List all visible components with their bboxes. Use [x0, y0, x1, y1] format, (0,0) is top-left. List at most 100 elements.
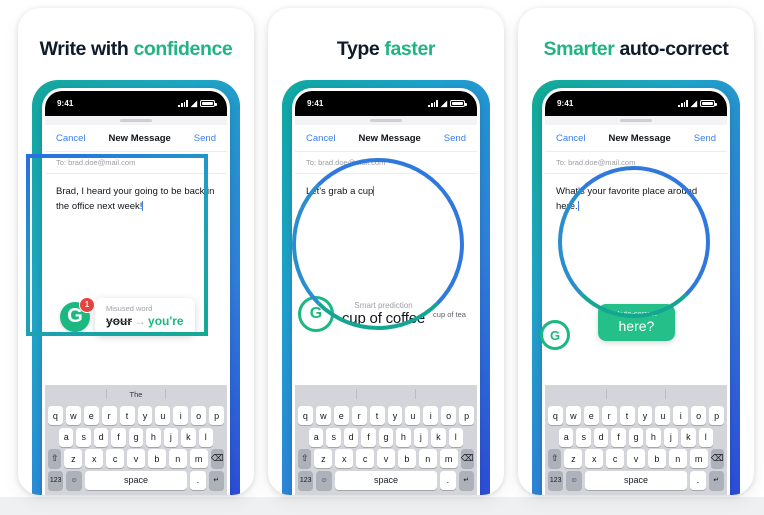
- key-h[interactable]: h: [646, 427, 661, 447]
- return-key-icon[interactable]: ↵: [208, 470, 224, 490]
- backspace-key-icon[interactable]: ⌫: [710, 449, 724, 468]
- key-x[interactable]: x: [585, 449, 604, 468]
- key-i[interactable]: i: [673, 406, 689, 425]
- auto-correct-pill[interactable]: Auto-correct here?: [598, 304, 675, 341]
- key-j[interactable]: j: [413, 427, 429, 447]
- shift-key-icon[interactable]: ⇧: [48, 449, 62, 468]
- key-z[interactable]: z: [314, 449, 333, 468]
- key-g[interactable]: g: [378, 427, 394, 447]
- key-m[interactable]: m: [189, 449, 208, 468]
- key-h[interactable]: h: [396, 427, 411, 447]
- key-g[interactable]: g: [628, 427, 644, 447]
- message-body[interactable]: Let's grab a cup: [295, 174, 477, 385]
- emoji-key-icon[interactable]: ☺: [66, 470, 82, 490]
- key-i[interactable]: i: [173, 406, 189, 425]
- key-c[interactable]: c: [606, 449, 625, 468]
- key-w[interactable]: w: [65, 406, 81, 425]
- key-t[interactable]: t: [119, 406, 135, 425]
- recipient-field[interactable]: To: brad.doe@mail.com: [295, 151, 477, 174]
- prediction-main[interactable]: cup of coffee: [342, 310, 425, 327]
- period-key[interactable]: .: [440, 470, 456, 490]
- message-body[interactable]: What's your favorite place around here.: [545, 174, 727, 385]
- backspace-key-icon[interactable]: ⌫: [210, 449, 224, 468]
- key-l[interactable]: l: [198, 427, 213, 447]
- return-key-icon[interactable]: ↵: [458, 470, 474, 490]
- key-u[interactable]: u: [655, 406, 671, 425]
- key-a[interactable]: a: [559, 427, 574, 447]
- key-o[interactable]: o: [191, 406, 207, 425]
- key-j[interactable]: j: [663, 427, 679, 447]
- key-d[interactable]: d: [343, 427, 359, 447]
- key-b[interactable]: b: [397, 449, 416, 468]
- key-s[interactable]: s: [326, 427, 341, 447]
- key-w[interactable]: w: [565, 406, 581, 425]
- key-v[interactable]: v: [627, 449, 645, 468]
- key-d[interactable]: d: [93, 427, 109, 447]
- suggestion-1[interactable]: The: [107, 390, 164, 399]
- key-x[interactable]: x: [85, 449, 104, 468]
- key-v[interactable]: v: [377, 449, 395, 468]
- key-k[interactable]: k: [431, 427, 446, 447]
- key-c[interactable]: c: [356, 449, 375, 468]
- period-key[interactable]: .: [690, 470, 706, 490]
- key-b[interactable]: b: [147, 449, 166, 468]
- grammarly-logo-icon[interactable]: G: [298, 296, 334, 332]
- sheet-grabber[interactable]: [120, 118, 152, 123]
- key-p[interactable]: p: [209, 406, 225, 425]
- key-d[interactable]: d: [593, 427, 609, 447]
- key-m[interactable]: m: [439, 449, 458, 468]
- key-j[interactable]: j: [163, 427, 179, 447]
- suggestion-card[interactable]: Misused word your → you're: [95, 298, 195, 335]
- key-y[interactable]: y: [637, 406, 653, 425]
- key-f[interactable]: f: [361, 427, 376, 447]
- send-button[interactable]: Send: [694, 133, 716, 144]
- key-x[interactable]: x: [335, 449, 354, 468]
- key-e[interactable]: e: [583, 406, 599, 425]
- key-q[interactable]: q: [547, 406, 563, 425]
- shift-key-icon[interactable]: ⇧: [548, 449, 562, 468]
- key-v[interactable]: v: [127, 449, 145, 468]
- cancel-button[interactable]: Cancel: [556, 133, 586, 144]
- sheet-grabber[interactable]: [370, 118, 402, 123]
- key-l[interactable]: l: [448, 427, 463, 447]
- numbers-key[interactable]: 123: [48, 470, 64, 490]
- key-u[interactable]: u: [405, 406, 421, 425]
- key-p[interactable]: p: [459, 406, 475, 425]
- key-e[interactable]: e: [83, 406, 99, 425]
- key-z[interactable]: z: [564, 449, 583, 468]
- return-key-icon[interactable]: ↵: [708, 470, 724, 490]
- space-key[interactable]: space: [584, 470, 688, 490]
- grammarly-logo-icon[interactable]: G 1: [60, 296, 95, 332]
- auto-correct-popup[interactable]: G Auto-correct here?: [540, 304, 675, 350]
- smart-prediction-popup[interactable]: G Smart prediction cup of coffee cup of …: [298, 296, 466, 332]
- key-r[interactable]: r: [351, 406, 367, 425]
- backspace-key-icon[interactable]: ⌫: [460, 449, 474, 468]
- recipient-field[interactable]: To: brad.doe@mail.com: [45, 151, 227, 174]
- numbers-key[interactable]: 123: [298, 470, 314, 490]
- emoji-key-icon[interactable]: ☺: [566, 470, 582, 490]
- shift-key-icon[interactable]: ⇧: [298, 449, 312, 468]
- space-key[interactable]: space: [84, 470, 188, 490]
- key-e[interactable]: e: [333, 406, 349, 425]
- numbers-key[interactable]: 123: [548, 470, 564, 490]
- key-n[interactable]: n: [168, 449, 187, 468]
- key-t[interactable]: t: [619, 406, 635, 425]
- key-r[interactable]: r: [101, 406, 117, 425]
- key-p[interactable]: p: [709, 406, 725, 425]
- key-y[interactable]: y: [137, 406, 153, 425]
- key-c[interactable]: c: [106, 449, 125, 468]
- prediction-alt[interactable]: cup of tea: [433, 310, 466, 319]
- key-r[interactable]: r: [601, 406, 617, 425]
- key-t[interactable]: t: [369, 406, 385, 425]
- send-button[interactable]: Send: [444, 133, 466, 144]
- key-z[interactable]: z: [64, 449, 83, 468]
- key-b[interactable]: b: [647, 449, 666, 468]
- sheet-grabber[interactable]: [620, 118, 652, 123]
- send-button[interactable]: Send: [194, 133, 216, 144]
- key-q[interactable]: q: [47, 406, 63, 425]
- emoji-key-icon[interactable]: ☺: [316, 470, 332, 490]
- misused-word-popup[interactable]: G 1 Misused word your → you're: [60, 296, 195, 335]
- key-f[interactable]: f: [611, 427, 626, 447]
- key-l[interactable]: l: [698, 427, 713, 447]
- key-n[interactable]: n: [668, 449, 687, 468]
